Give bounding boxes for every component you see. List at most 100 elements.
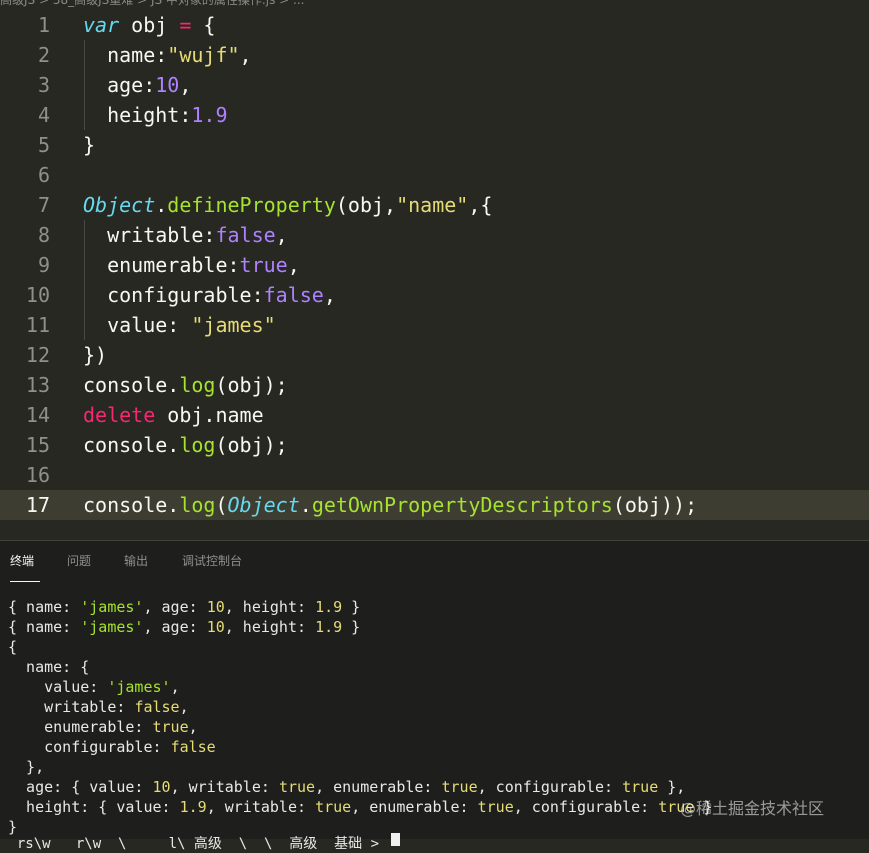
code-text: enumerable:true, <box>83 250 300 280</box>
line-number: 9 <box>37 253 50 277</box>
code-token: log <box>179 373 216 397</box>
terminal-token: 1.9 <box>315 618 343 636</box>
terminal-token: value: <box>8 678 108 696</box>
code-line[interactable]: 8 writable:false, <box>0 220 869 250</box>
terminal-token: { <box>8 638 18 656</box>
terminal-prompt[interactable]: rs\w r\w \ l\ 高级 \ \ 高级 基础 > <box>0 833 869 852</box>
code-token: obj <box>119 13 180 37</box>
code-text: writable:false, <box>83 220 288 250</box>
code-line[interactable]: 17 console.log(Object.getOwnPropertyDescr… <box>0 490 869 520</box>
code-text: console.log(Object.getOwnPropertyDescrip… <box>83 490 697 520</box>
terminal-token: 'james' <box>80 618 144 636</box>
code-line[interactable]: 15 console.log(obj); <box>0 430 869 460</box>
code-line[interactable]: 12}) <box>0 340 869 370</box>
code-token: value: <box>83 313 192 337</box>
breadcrumb[interactable]: 高级JS > 58_高级JS重难 > JS 中对象的属性操作.js > ... <box>0 0 869 8</box>
code-token: } <box>83 133 96 157</box>
terminal-output[interactable]: { name: 'james', age: 10, height: 1.9 }{… <box>8 597 712 837</box>
panel-tab[interactable]: 输出 <box>124 553 148 569</box>
terminal-token: true <box>477 798 514 816</box>
line-number: 3 <box>37 73 50 97</box>
terminal-token: , enumerable: <box>315 778 442 796</box>
code-token: log <box>179 493 216 517</box>
code-line[interactable]: 13 console.log(obj); <box>0 370 869 400</box>
code-line[interactable]: 11 value: "james" <box>0 310 869 340</box>
terminal-token: { name: <box>8 618 81 636</box>
code-token: (obj, <box>335 193 397 217</box>
watermark: @稀土掘金技术社区 <box>680 799 825 818</box>
line-number: 17 <box>25 493 50 517</box>
terminal-token: , height: <box>224 618 316 636</box>
code-editor[interactable]: 1 var obj = {2 name:"wujf", 3 age:10, 4 hei… <box>0 10 869 535</box>
terminal-token: , configurable: <box>477 778 623 796</box>
code-line[interactable]: 3 age:10, <box>0 70 869 100</box>
code-token: Object <box>227 493 300 517</box>
code-text: var obj = { <box>83 10 215 40</box>
code-token: "name" <box>396 193 469 217</box>
code-token: console <box>83 433 168 457</box>
code-line[interactable]: 2 name:"wujf", <box>0 40 869 70</box>
terminal-token: false <box>170 738 216 756</box>
bottom-panel: 终端 问题 输出 调试控制台 { name: 'james', age: 10, he… <box>0 540 869 852</box>
terminal-line: name: { <box>8 657 712 677</box>
code-line[interactable]: 9 enumerable:true, <box>0 250 869 280</box>
panel-tab[interactable]: 问题 <box>67 553 91 569</box>
terminal-token: , configurable: <box>513 798 659 816</box>
terminal-token: 10 <box>206 598 225 616</box>
terminal-token: true <box>278 778 316 796</box>
line-number: 8 <box>37 223 50 247</box>
line-number: 7 <box>37 193 50 217</box>
terminal-token: height: { value: <box>8 798 180 816</box>
terminal-token: }, <box>658 778 686 796</box>
code-line[interactable]: 14 delete obj.name <box>0 400 869 430</box>
code-token: { <box>191 13 216 37</box>
terminal-token: }, <box>8 758 45 776</box>
code-token: writable: <box>83 223 216 247</box>
code-token: false <box>263 283 324 307</box>
terminal-line: height: { value: 1.9, writable: true, en… <box>8 797 712 817</box>
terminal-token: 'james' <box>107 678 171 696</box>
code-line[interactable]: 5} <box>0 130 869 160</box>
code-token: var <box>83 13 120 37</box>
code-token: (obj); <box>215 433 288 457</box>
code-text: Object.defineProperty(obj,"name",{ <box>83 190 492 220</box>
terminal-token: } <box>342 598 361 616</box>
terminal-token: , age: <box>143 598 207 616</box>
code-text: console.log(obj); <box>83 370 288 400</box>
code-line[interactable]: 6 <box>0 160 869 190</box>
code-line[interactable]: 1 var obj = { <box>0 10 869 40</box>
indent-guide <box>84 40 85 130</box>
code-token: obj.name <box>155 403 264 427</box>
code-line[interactable]: 16 <box>0 460 869 490</box>
code-token: , <box>179 73 192 97</box>
code-text: }) <box>83 340 107 370</box>
line-number: 11 <box>25 313 50 337</box>
line-number: 10 <box>25 283 50 307</box>
code-token: age: <box>83 73 156 97</box>
code-line[interactable]: 7 Object.defineProperty(obj,"name",{ <box>0 190 869 220</box>
terminal-token: , age: <box>143 618 207 636</box>
terminal-token: 1.9 <box>315 598 343 616</box>
code-token: . <box>299 493 312 517</box>
code-line[interactable]: 10 configurable:false, <box>0 280 869 310</box>
code-token: "james" <box>191 313 276 337</box>
terminal-token: true <box>622 778 659 796</box>
code-token: (obj); <box>215 373 288 397</box>
panel-tab[interactable]: 终端 <box>10 553 34 569</box>
code-text: name:"wujf", <box>83 40 252 70</box>
terminal-token: 10 <box>152 778 171 796</box>
panel-tab[interactable]: 调试控制台 <box>182 553 242 569</box>
line-number: 16 <box>25 463 50 487</box>
terminal-token: age: { value: <box>8 778 153 796</box>
terminal-line: enumerable: true, <box>8 717 712 737</box>
code-token: , <box>287 253 300 277</box>
code-line[interactable]: 4 height:1.9 <box>0 100 869 130</box>
terminal-token: configurable: <box>8 738 171 756</box>
code-token: . <box>167 433 180 457</box>
terminal-token: , height: <box>224 598 316 616</box>
terminal-token: 'james' <box>80 598 144 616</box>
terminal-token: , writable: <box>206 798 316 816</box>
line-number: 12 <box>25 343 50 367</box>
line-number: 6 <box>37 163 50 187</box>
code-text: delete obj.name <box>83 400 264 430</box>
